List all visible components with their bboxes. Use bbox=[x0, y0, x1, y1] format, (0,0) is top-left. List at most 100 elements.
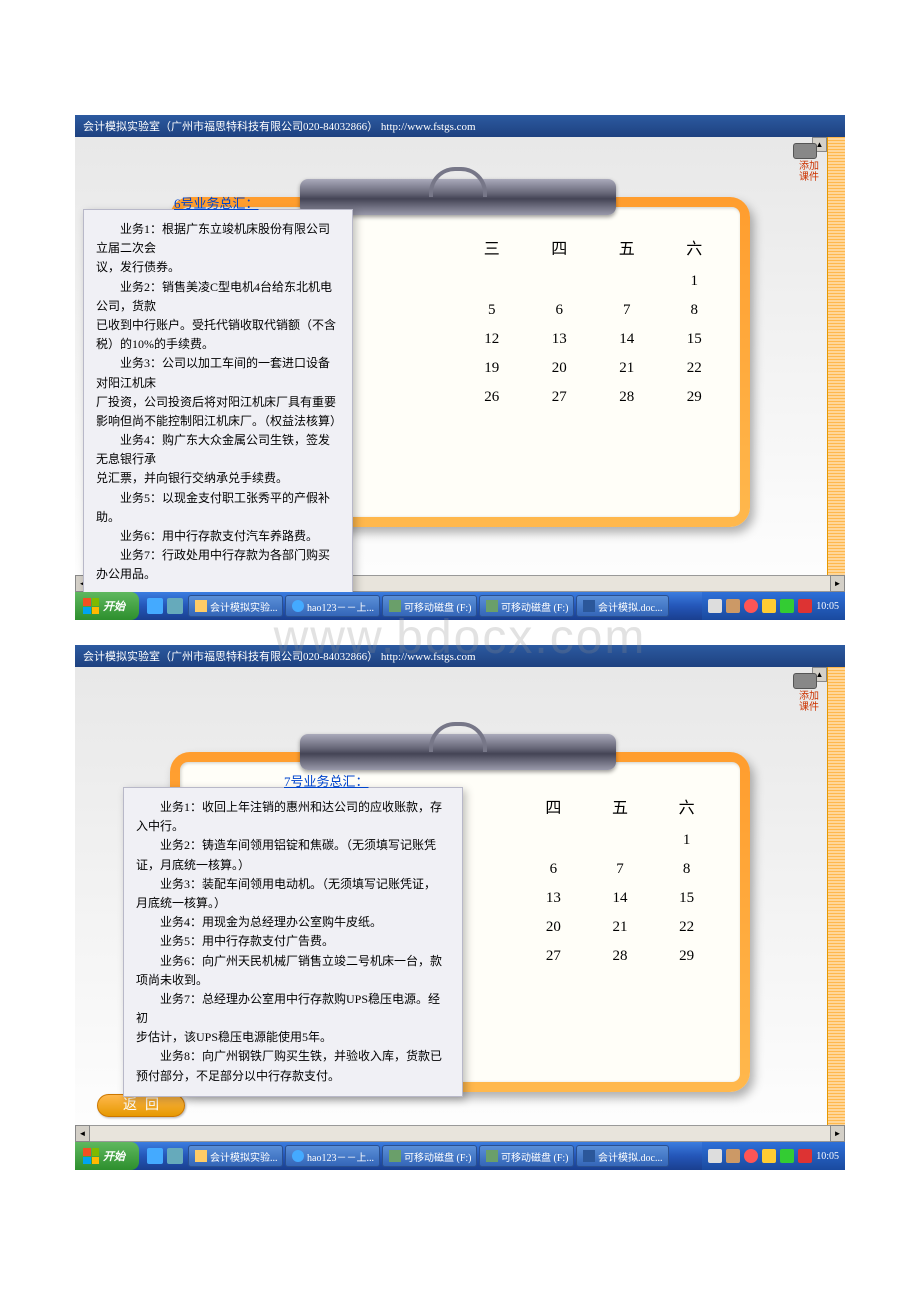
taskbar-item[interactable]: 可移动磁盘 (F:) bbox=[382, 595, 477, 617]
drive-icon bbox=[486, 600, 498, 612]
calendar-cell[interactable]: 19 bbox=[458, 358, 526, 379]
calendar-cell[interactable]: 13 bbox=[526, 329, 594, 350]
taskbar-item[interactable]: 会计模拟实验... bbox=[188, 1145, 283, 1167]
calendar-cell[interactable]: 21 bbox=[593, 358, 661, 379]
biz-item: 业务1：收回上年注销的惠州和达公司的应收账款，存 bbox=[136, 798, 450, 817]
calendar-cell[interactable] bbox=[458, 271, 526, 292]
ime-icon[interactable] bbox=[708, 1149, 722, 1163]
camera-icon[interactable] bbox=[793, 143, 817, 159]
title-url[interactable]: http://www.fstgs.com bbox=[381, 121, 476, 133]
calendar-cell[interactable]: 21 bbox=[587, 917, 654, 938]
pen-icon[interactable] bbox=[726, 599, 740, 613]
taskbar-item[interactable]: 会计模拟.doc... bbox=[576, 1145, 669, 1167]
calendar-cell[interactable]: 22 bbox=[661, 358, 729, 379]
ie-icon[interactable] bbox=[147, 598, 163, 614]
calendar-header[interactable]: 五 bbox=[587, 790, 654, 822]
calendar-header[interactable]: 五 bbox=[593, 231, 661, 263]
clock[interactable]: 10:05 bbox=[816, 1151, 839, 1162]
title-url[interactable]: http://www.fstgs.com bbox=[381, 651, 476, 663]
calendar-cell[interactable]: 12 bbox=[458, 329, 526, 350]
calendar-cell[interactable]: 15 bbox=[661, 329, 729, 350]
calendar-cell[interactable]: 28 bbox=[593, 387, 661, 408]
shield-icon[interactable] bbox=[798, 599, 812, 613]
title-text: 会计模拟实验室（广州市福思特科技有限公司020-84032866） bbox=[83, 121, 378, 133]
summary-title[interactable]: 7号业务总汇： bbox=[284, 772, 369, 793]
camera-icon[interactable] bbox=[793, 673, 817, 689]
screenshot-1: 会计模拟实验室（广州市福思特科技有限公司020-84032866） http:/… bbox=[75, 115, 845, 620]
return-button[interactable]: 返回 bbox=[97, 1094, 185, 1117]
biz-item: 业务6：向广州天民机械厂销售立竣二号机床一台，款 bbox=[136, 952, 450, 971]
summary-title[interactable]: 6号业务总汇： bbox=[174, 194, 259, 215]
calendar-cell[interactable]: 20 bbox=[520, 917, 587, 938]
calendar-cell[interactable]: 13 bbox=[520, 888, 587, 909]
calendar-cell[interactable]: 22 bbox=[653, 917, 720, 938]
scroll-left-button[interactable]: ◄ bbox=[75, 1125, 90, 1142]
taskbar-item[interactable]: hao123－－上... bbox=[285, 1145, 380, 1167]
sound-icon[interactable] bbox=[762, 599, 776, 613]
scroll-right-button[interactable]: ► bbox=[830, 1125, 845, 1142]
biz-item: 业务1：根据广东立竣机床股份有限公司立届二次会 bbox=[96, 220, 340, 258]
taskbar-item[interactable]: 会计模拟.doc... bbox=[576, 595, 669, 617]
taskbar-item[interactable]: 会计模拟实验... bbox=[188, 595, 283, 617]
calendar-header[interactable]: 四 bbox=[520, 790, 587, 822]
taskbar-item[interactable]: 可移动磁盘 (F:) bbox=[479, 1145, 574, 1167]
calendar-cell[interactable]: 28 bbox=[587, 946, 654, 967]
sound-icon[interactable] bbox=[762, 1149, 776, 1163]
calendar-cell[interactable] bbox=[526, 271, 594, 292]
calendar-header[interactable]: 四 bbox=[526, 231, 594, 263]
calendar-header[interactable]: 三 bbox=[458, 231, 526, 263]
qq-icon[interactable] bbox=[744, 1149, 758, 1163]
network-icon[interactable] bbox=[780, 1149, 794, 1163]
scroll-right-button[interactable]: ► bbox=[830, 575, 845, 592]
shield-icon[interactable] bbox=[798, 1149, 812, 1163]
start-button[interactable]: 开始 bbox=[75, 1142, 139, 1170]
calendar-cell[interactable]: 27 bbox=[520, 946, 587, 967]
calendar-cell[interactable]: 1 bbox=[661, 271, 729, 292]
ie-icon[interactable] bbox=[147, 1148, 163, 1164]
title-text: 会计模拟实验室（广州市福思特科技有限公司020-84032866） bbox=[83, 651, 378, 663]
ime-icon[interactable] bbox=[708, 599, 722, 613]
calendar-cell[interactable] bbox=[587, 830, 654, 851]
calendar-cell[interactable]: 29 bbox=[661, 387, 729, 408]
clock[interactable]: 10:05 bbox=[816, 601, 839, 612]
calendar-cell[interactable]: 6 bbox=[520, 859, 587, 880]
taskbar-item[interactable]: 可移动磁盘 (F:) bbox=[382, 1145, 477, 1167]
calendar-cell[interactable]: 5 bbox=[458, 300, 526, 321]
calendar-cell[interactable]: 7 bbox=[587, 859, 654, 880]
pen-icon[interactable] bbox=[726, 1149, 740, 1163]
qq-icon[interactable] bbox=[744, 599, 758, 613]
calendar-cell[interactable]: 15 bbox=[653, 888, 720, 909]
calendar-cell[interactable] bbox=[593, 271, 661, 292]
calendar-cell[interactable] bbox=[520, 830, 587, 851]
biz-item: 业务3：公司以加工车间的一套进口设备对阳江机床 bbox=[96, 354, 340, 392]
network-icon[interactable] bbox=[780, 599, 794, 613]
calendar-cell[interactable]: 20 bbox=[526, 358, 594, 379]
calendar-cell[interactable]: 27 bbox=[526, 387, 594, 408]
calendar-header[interactable]: 六 bbox=[661, 231, 729, 263]
start-button[interactable]: 开始 bbox=[75, 592, 139, 620]
start-label: 开始 bbox=[103, 1148, 125, 1164]
calendar-cell[interactable]: 26 bbox=[458, 387, 526, 408]
calendar-cell[interactable]: 29 bbox=[653, 946, 720, 967]
scroll-track[interactable] bbox=[90, 1125, 830, 1142]
desk-icon[interactable] bbox=[167, 1148, 183, 1164]
calendar-cell[interactable]: 14 bbox=[587, 888, 654, 909]
calendar-cell[interactable]: 1 bbox=[653, 830, 720, 851]
calendar-cell[interactable]: 7 bbox=[593, 300, 661, 321]
taskbar-item[interactable]: hao123－－上... bbox=[285, 595, 380, 617]
biz-item: 业务4：购广东大众金属公司生铁，签发无息银行承 bbox=[96, 431, 340, 469]
calendar-cell[interactable]: 8 bbox=[653, 859, 720, 880]
taskbar-item[interactable]: 可移动磁盘 (F:) bbox=[479, 595, 574, 617]
calendar-header[interactable]: 六 bbox=[653, 790, 720, 822]
biz-item: 业务2：铸造车间领用铝锭和焦碳。（无须填写记账凭 bbox=[136, 836, 450, 855]
deske-icon[interactable] bbox=[167, 598, 183, 614]
calendar-cell[interactable]: 14 bbox=[593, 329, 661, 350]
word-icon bbox=[583, 1150, 595, 1162]
system-tray: 10:05 bbox=[702, 592, 845, 620]
biz-item-cont: 议，发行债券。 bbox=[96, 258, 340, 277]
biz-item-cont: 入中行。 bbox=[136, 817, 450, 836]
calendar-cell[interactable]: 8 bbox=[661, 300, 729, 321]
app-body: ▲ 添加 课件 三 四 五 六 bbox=[75, 137, 845, 592]
calendar-cell[interactable]: 6 bbox=[526, 300, 594, 321]
horizontal-scrollbar[interactable]: ◄ ► bbox=[75, 1125, 845, 1142]
